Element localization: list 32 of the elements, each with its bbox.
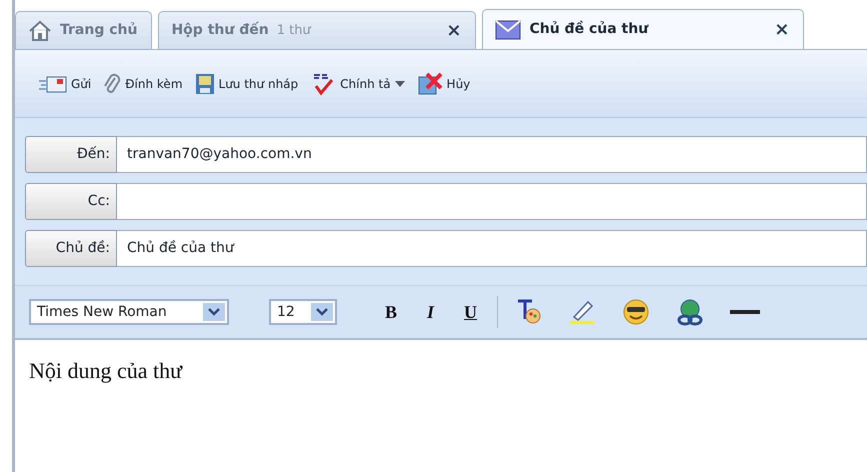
tab-label: Hộp thư đến [171,20,269,40]
envelope-icon [495,20,522,40]
caret-icon [394,80,405,86]
close-button[interactable]: × [446,17,462,44]
italic-button[interactable]: I [417,298,444,326]
tab[interactable]: Chủ đề của thư × [482,9,804,49]
send-icon [39,74,67,94]
tab-label: Trang chủ [60,21,138,40]
font-select[interactable]: Times New Roman [29,299,229,325]
toolbar-button[interactable]: Chính tả [310,72,405,96]
toolbar-button[interactable]: Hủy [416,72,470,96]
font-size-select[interactable]: 12 [269,299,337,325]
tab[interactable]: Hộp thư đến 1 thư × [158,11,476,49]
input-field[interactable]: Chủ đề của thư [117,230,867,267]
home-icon [28,20,52,42]
field-label-button[interactable]: Cc: [25,183,117,220]
floppy-icon [194,72,215,94]
tab-label: Chủ đề của thư [529,20,648,39]
close-button[interactable]: × [774,16,790,43]
tab[interactable]: Trang chủ [15,11,152,49]
toolbar-button[interactable]: Lưu thư nháp [194,72,298,94]
bold-button[interactable]: B [375,298,408,326]
field-label-button[interactable]: Đến: [25,136,117,173]
paperclip-icon [103,72,122,94]
input-field[interactable]: tranvan70@yahoo.com.vn [117,136,867,173]
toolbar-button[interactable]: Gửi [39,74,92,94]
toolbar-button[interactable]: Đính kèm [103,72,183,94]
input-field[interactable] [117,183,867,220]
unread-count: 1 thư [276,22,311,40]
cancel-icon [416,72,443,96]
field-label-button[interactable]: Chủ đề: [25,230,117,267]
underline-button[interactable]: U [454,298,488,326]
